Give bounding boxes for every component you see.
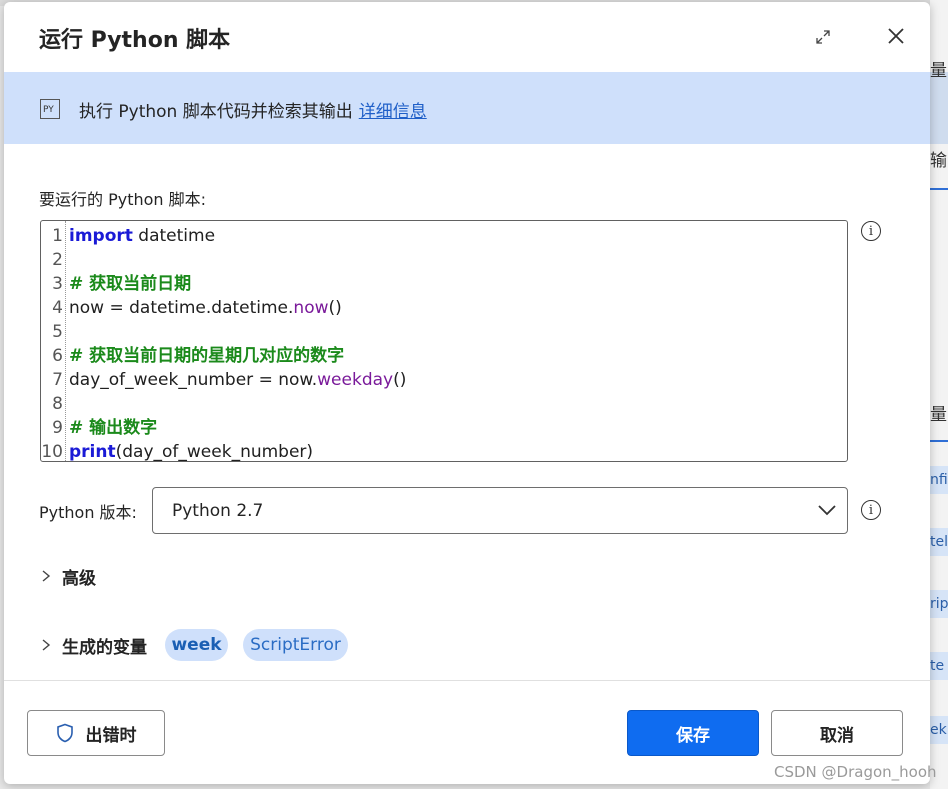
background-text-fragment: 量: [930, 61, 947, 81]
variables-section-toggle[interactable]: 生成的变量: [40, 632, 147, 658]
on-error-label: 出错时: [85, 725, 137, 746]
code-line: 6 # 获取当前日期的星期几对应的数字: [41, 344, 841, 368]
background-app-panel: 量 输 量 nfi tel rip te ek: [930, 0, 948, 789]
close-button[interactable]: [882, 22, 910, 50]
background-banner-strip: [930, 72, 948, 144]
code-text: import datetime: [69, 224, 215, 248]
line-number: 8: [52, 394, 63, 414]
footer-divider: [4, 680, 930, 681]
code-line: 9 # 输出数字: [41, 416, 841, 440]
code-token: print: [69, 442, 116, 462]
watermark-text: CSDN @Dragon_hooh: [774, 763, 937, 781]
code-text: # 获取当前日期的星期几对应的数字: [69, 344, 344, 368]
script-label: 要运行的 Python 脚本:: [39, 190, 207, 209]
background-chip: rip: [930, 590, 948, 618]
line-number: 1: [52, 226, 63, 246]
code-token: (): [393, 370, 407, 390]
code-text: day_of_week_number = now.weekday(): [69, 368, 406, 392]
script-info-icon[interactable]: i: [861, 221, 881, 241]
chevron-down-icon: [818, 505, 836, 516]
more-info-link[interactable]: 详细信息: [359, 102, 427, 122]
variables-label: 生成的变量: [62, 637, 147, 658]
expand-button[interactable]: [810, 24, 836, 50]
code-line: 4 now = datetime.datetime.now(): [41, 296, 841, 320]
line-number: 2: [52, 250, 63, 270]
banner-text: 执行 Python 脚本代码并检索其输出: [79, 102, 353, 122]
code-text: print(day_of_week_number): [69, 440, 314, 462]
dialog-title: 运行 Python 脚本: [39, 28, 231, 53]
code-token: (day_of_week_number): [115, 442, 314, 462]
shield-icon: [56, 723, 73, 743]
code-token: now: [293, 298, 329, 318]
version-info-icon[interactable]: i: [861, 500, 881, 520]
code-token: (): [328, 298, 342, 318]
line-number: 6: [52, 346, 63, 366]
code-token: day_of_week_number = now.: [69, 370, 318, 390]
code-line: 2: [41, 248, 841, 272]
variable-chip-week[interactable]: week: [165, 629, 228, 661]
code-token: datetime: [132, 226, 216, 246]
background-accent-line: [930, 440, 948, 442]
script-editor[interactable]: 1 import datetime 2 3 # 获取当前日期 4 now = datetim…: [40, 220, 848, 462]
advanced-section-toggle[interactable]: 高级: [40, 563, 96, 589]
line-number: 4: [52, 298, 63, 318]
code-text: now = datetime.datetime.now(): [69, 296, 342, 320]
code-token: # 获取当前日期: [69, 274, 192, 294]
background-chip: nfi: [930, 466, 948, 494]
info-banner: PY 执行 Python 脚本代码并检索其输出 详细信息: [4, 72, 930, 144]
variable-chip-scripterror[interactable]: ScriptError: [243, 629, 348, 661]
code-text: # 输出数字: [69, 416, 157, 440]
line-number: 9: [52, 418, 63, 438]
code-line: 7 day_of_week_number = now.weekday(): [41, 368, 841, 392]
save-button[interactable]: 保存: [627, 710, 759, 756]
code-line: 1 import datetime: [41, 224, 841, 248]
code-token: weekday: [317, 370, 394, 390]
background-accent-line: [930, 188, 948, 190]
chevron-right-icon: [42, 639, 51, 651]
code-token: # 输出数字: [69, 418, 158, 438]
line-number: 3: [52, 274, 63, 294]
python-version-label: Python 版本:: [39, 503, 137, 522]
line-number: 10: [41, 442, 63, 462]
background-chip: tel: [930, 528, 948, 556]
code-line: 3 # 获取当前日期: [41, 272, 841, 296]
python-file-icon: PY: [40, 99, 60, 119]
expand-icon: [816, 30, 830, 44]
background-chip: te: [930, 652, 948, 680]
code-token: now = datetime.datetime.: [69, 298, 294, 318]
code-token: # 获取当前日期的星期几对应的数字: [69, 346, 345, 366]
run-python-script-dialog: 运行 Python 脚本 PY 执行 Python 脚本代码并检索其输出 详细信息…: [4, 2, 930, 784]
code-token: import: [69, 226, 133, 246]
code-line: 8: [41, 392, 841, 416]
close-icon: [888, 28, 904, 44]
background-text-fragment: 量: [930, 405, 947, 425]
banner-description: 执行 Python 脚本代码并检索其输出 详细信息: [79, 97, 427, 122]
code-text: # 获取当前日期: [69, 272, 191, 296]
code-line: 5: [41, 320, 841, 344]
on-error-button[interactable]: 出错时: [27, 710, 165, 756]
background-text-fragment: 输: [930, 151, 947, 171]
chevron-right-icon: [42, 570, 51, 582]
background-chip: ek: [930, 716, 948, 744]
line-number: 5: [52, 322, 63, 342]
cancel-button[interactable]: 取消: [771, 710, 903, 756]
code-line: 10 print(day_of_week_number): [41, 440, 841, 462]
python-version-select[interactable]: Python 2.7: [152, 487, 848, 534]
line-number: 7: [52, 370, 63, 390]
python-version-value: Python 2.7: [172, 501, 264, 521]
advanced-label: 高级: [62, 568, 96, 589]
